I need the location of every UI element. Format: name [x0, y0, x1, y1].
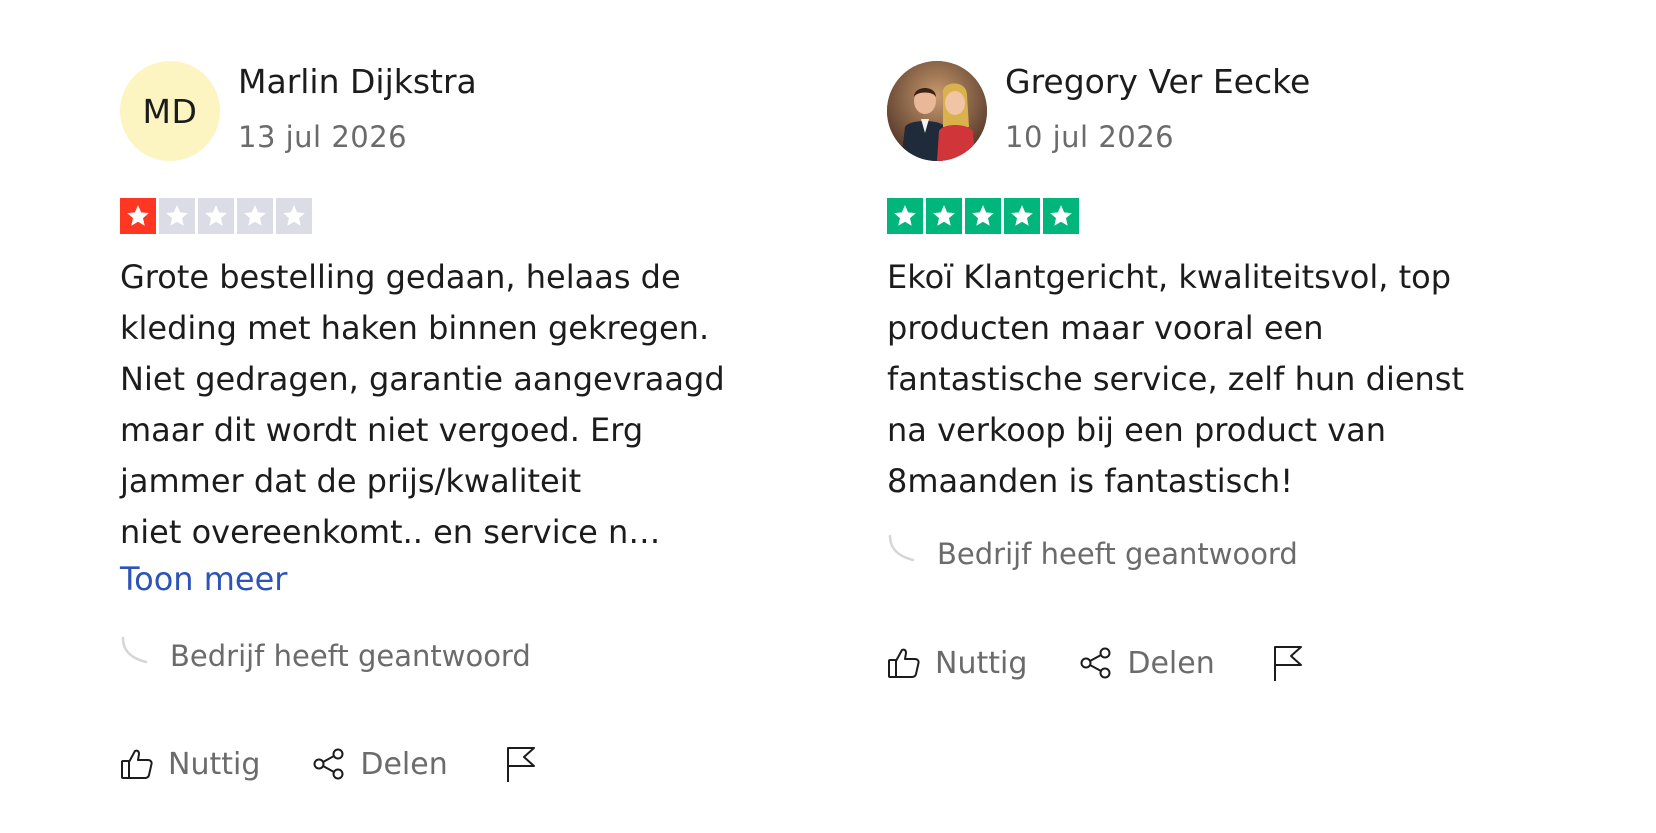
star-empty-icon: [159, 198, 195, 234]
review-text-line: fantastische service, zelf hun dienst: [887, 360, 1465, 398]
company-reply-label: Bedrijf heeft geantwoord: [170, 639, 531, 673]
share-button[interactable]: Delen: [312, 746, 448, 782]
review-text-line: niet overeenkomt.. en service n…: [120, 513, 661, 551]
review-text[interactable]: Ekoï Klantgericht, kwaliteitsvol, top pr…: [887, 252, 1567, 507]
reply-curve-icon: [120, 636, 170, 676]
review-text-line: maar dit wordt niet vergoed. Erg: [120, 411, 644, 449]
star-rating: [120, 198, 312, 234]
company-reply-link[interactable]: Bedrijf heeft geantwoord: [120, 636, 531, 676]
avatar[interactable]: [887, 61, 987, 161]
useful-label: Nuttig: [935, 645, 1028, 681]
thumbs-up-icon: [887, 646, 921, 680]
review-text-line: Niet gedragen, garantie aangevraagd: [120, 360, 725, 398]
share-icon: [312, 747, 346, 781]
reply-curve-icon: [887, 534, 937, 574]
show-more-link[interactable]: Toon meer: [120, 560, 287, 598]
share-label: Delen: [1127, 645, 1215, 681]
review-date: 10 jul 2026: [1005, 120, 1175, 154]
useful-button[interactable]: Nuttig: [887, 646, 1027, 681]
share-label: Delen: [360, 746, 448, 782]
star-filled-icon: [1043, 198, 1079, 234]
review-card: Gregory Ver Eecke 10 jul 2026 Ekoï Klant…: [887, 0, 1607, 833]
avatar[interactable]: MD: [120, 61, 220, 161]
reviewer-name[interactable]: Marlin Dijkstra: [238, 62, 477, 101]
review-text-line: producten maar vooral een: [887, 309, 1324, 347]
star-empty-icon: [276, 198, 312, 234]
company-reply-link[interactable]: Bedrijf heeft geantwoord: [887, 534, 1298, 574]
useful-button[interactable]: Nuttig: [120, 747, 260, 782]
review-text-line: kleding met haken binnen gekregen.: [120, 309, 710, 347]
review-actions: Nuttig Delen: [120, 745, 538, 783]
review-date: 13 jul 2026: [238, 120, 408, 154]
review-text-line: Ekoï Klantgericht, kwaliteitsvol, top: [887, 258, 1451, 296]
star-empty-icon: [198, 198, 234, 234]
share-icon: [1079, 646, 1113, 680]
star-empty-icon: [237, 198, 273, 234]
reviewer-name[interactable]: Gregory Ver Eecke: [1005, 62, 1310, 101]
review-text-line: jammer dat de prijs/kwaliteit: [120, 462, 582, 500]
useful-label: Nuttig: [168, 746, 261, 782]
share-button[interactable]: Delen: [1079, 645, 1215, 681]
avatar-photo-image: [887, 61, 987, 161]
avatar-initials: MD: [142, 91, 198, 131]
review-text-line: na verkoop bij een product van: [887, 411, 1387, 449]
review-text[interactable]: Grote bestelling gedaan, helaas de kledi…: [120, 252, 800, 558]
flag-icon: [504, 745, 538, 783]
review-card: MD Marlin Dijkstra 13 jul 2026 Grote bes…: [120, 0, 840, 833]
star-filled-icon: [1004, 198, 1040, 234]
report-button[interactable]: [1271, 644, 1305, 682]
review-text-line: 8maanden is fantastisch!: [887, 462, 1294, 500]
thumbs-up-icon: [120, 747, 154, 781]
review-text-line: Grote bestelling gedaan, helaas de: [120, 258, 681, 296]
company-reply-label: Bedrijf heeft geantwoord: [937, 537, 1298, 571]
report-button[interactable]: [504, 745, 538, 783]
review-actions: Nuttig Delen: [887, 644, 1305, 682]
star-filled-icon: [926, 198, 962, 234]
star-rating: [887, 198, 1079, 234]
star-filled-icon: [965, 198, 1001, 234]
star-filled-icon: [120, 198, 156, 234]
flag-icon: [1271, 644, 1305, 682]
star-filled-icon: [887, 198, 923, 234]
